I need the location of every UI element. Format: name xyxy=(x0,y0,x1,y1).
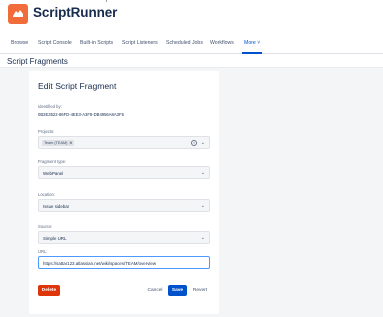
fragment-type-select[interactable]: WebPanel ⌄ xyxy=(38,166,210,179)
save-button[interactable]: Save xyxy=(168,285,187,296)
runner-shoe-icon xyxy=(13,10,23,17)
location-label: Location: xyxy=(38,192,55,197)
projects-label: Projects: xyxy=(38,129,55,134)
fragment-type-value: WebPanel xyxy=(43,171,64,176)
project-tag-label: Team (TEAM) xyxy=(44,141,68,145)
active-tab-indicator xyxy=(242,52,262,54)
identified-by-label: Identified by: xyxy=(38,104,62,109)
tab-scheduled-jobs[interactable]: Scheduled Jobs xyxy=(166,40,203,46)
tab-script-console[interactable]: Script Console xyxy=(38,40,72,46)
revert-button[interactable]: Revert xyxy=(189,285,211,296)
identified-by-value: 0B2E3522-86FD-4EE3-A3F8-DB4956A8A3F5 xyxy=(38,112,124,117)
tab-built-in-scripts[interactable]: Built-in Scripts xyxy=(80,40,113,46)
fragment-type-label: Fragment type: xyxy=(38,159,67,164)
location-select[interactable]: Issue sidebar ⌄ xyxy=(38,199,210,212)
app-title[interactable]: ScriptRunner xyxy=(33,5,117,20)
nav-tabs: Browse Script Console Built-in Scripts S… xyxy=(0,33,383,54)
tab-browse[interactable]: Browse xyxy=(11,40,28,46)
clear-icon[interactable]: × xyxy=(191,140,197,146)
chevron-down-icon: ⌄ xyxy=(200,170,205,176)
url-label: URL: xyxy=(38,249,48,254)
projects-select[interactable]: Team (TEAM) ✕ × ⌄ xyxy=(38,136,210,149)
url-input[interactable]: https://sattar123.atlassian.net/wiki/spa… xyxy=(38,256,210,269)
url-value: https://sattar123.atlassian.net/wiki/spa… xyxy=(43,261,156,266)
source-value: Simple URL xyxy=(43,236,67,241)
source-select[interactable]: Simple URL ⌄ xyxy=(38,231,210,244)
tab-script-listeners[interactable]: Script Listeners xyxy=(122,40,158,46)
cancel-button[interactable]: Cancel xyxy=(145,285,165,296)
tab-more[interactable]: More ˅ xyxy=(244,40,260,46)
chevron-down-icon: ⌄ xyxy=(200,203,205,209)
divider xyxy=(106,0,107,2)
scriptrunner-logo-icon[interactable] xyxy=(8,4,28,24)
chevron-down-icon[interactable]: ⌄ xyxy=(201,140,205,146)
delete-button[interactable]: Delete xyxy=(38,285,60,296)
chevron-down-icon: ⌄ xyxy=(200,235,205,241)
project-tag: Team (TEAM) ✕ xyxy=(42,140,75,146)
source-label: Source: xyxy=(38,224,53,229)
tab-workflows[interactable]: Workflows xyxy=(210,40,234,46)
form-title: Edit Script Fragment xyxy=(38,81,117,91)
remove-tag-icon[interactable]: ✕ xyxy=(69,141,72,145)
app-header: ScriptRunner xyxy=(0,0,383,33)
location-value: Issue sidebar xyxy=(43,204,70,209)
page-title: Script Fragments xyxy=(7,57,68,66)
